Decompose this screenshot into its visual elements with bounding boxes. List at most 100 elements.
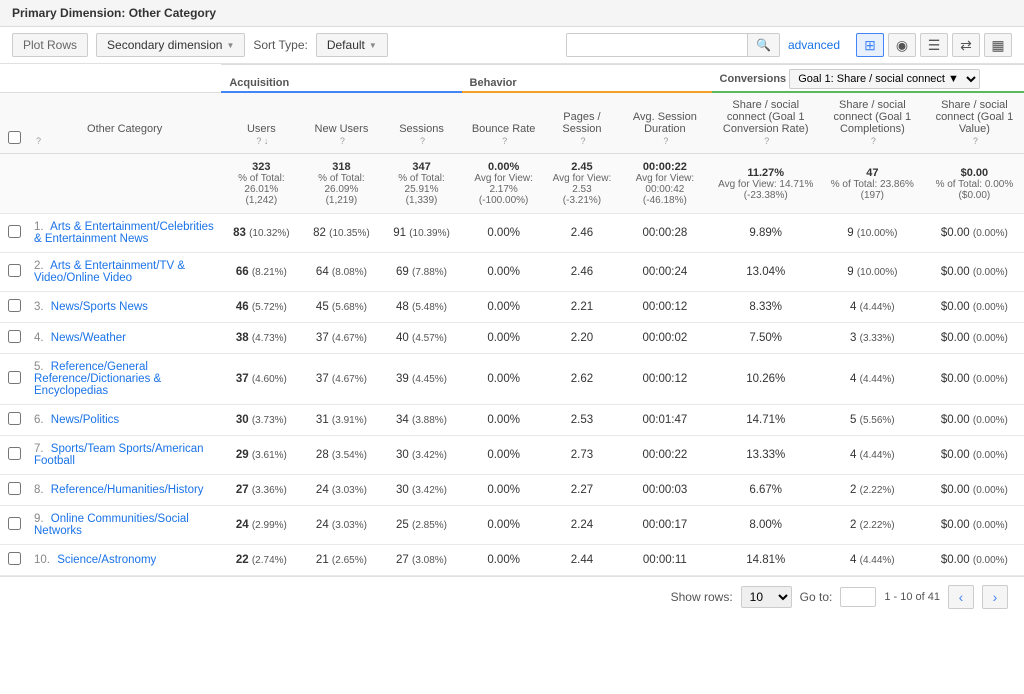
select-all-checkbox[interactable] bbox=[8, 131, 21, 144]
row-num-category: 5. Reference/General Reference/Dictionar… bbox=[28, 354, 221, 405]
row-checkbox[interactable] bbox=[8, 412, 21, 425]
bounce-rate-col-header[interactable]: Bounce Rate ? bbox=[462, 92, 546, 154]
row-sessions-pct: (3.08%) bbox=[412, 555, 447, 566]
row-checkbox-cell[interactable] bbox=[0, 475, 28, 506]
category-link[interactable]: Reference/Humanities/History bbox=[51, 484, 204, 496]
advanced-link[interactable]: advanced bbox=[788, 38, 840, 52]
category-link[interactable]: News/Politics bbox=[51, 414, 119, 426]
row-value: $0.00 (0.00%) bbox=[925, 292, 1024, 323]
row-users-val: 27 bbox=[236, 484, 249, 496]
category-link[interactable]: Sports/Team Sports/American Football bbox=[34, 443, 204, 467]
category-col-header[interactable]: Other Category ? bbox=[28, 92, 221, 154]
row-new-users-pct: (4.67%) bbox=[332, 333, 367, 344]
row-avg-session: 00:00:28 bbox=[618, 214, 711, 253]
avg-session-col-header[interactable]: Avg. Session Duration ? bbox=[618, 92, 711, 154]
plot-rows-button[interactable]: Plot Rows bbox=[12, 33, 88, 57]
row-bounce-rate: 0.00% bbox=[462, 545, 546, 576]
totals-completions: 47 % of Total: 23.86% (197) bbox=[820, 154, 925, 214]
category-link[interactable]: Online Communities/Social Networks bbox=[34, 513, 189, 537]
search-button[interactable]: 🔍 bbox=[747, 34, 779, 56]
share-value-help-icon: ? bbox=[973, 136, 978, 146]
share-conv-rate-col-header[interactable]: Share / social connect (Goal 1 Conversio… bbox=[712, 92, 820, 154]
row-users: 37 (4.60%) bbox=[221, 354, 301, 405]
row-checkbox-cell[interactable] bbox=[0, 354, 28, 405]
row-conversion-rate: 7.50% bbox=[712, 323, 820, 354]
row-checkbox-cell[interactable] bbox=[0, 436, 28, 475]
users-col-header[interactable]: Users ? ↓ bbox=[221, 92, 301, 154]
row-new-users-pct: (2.65%) bbox=[332, 555, 367, 566]
row-checkbox[interactable] bbox=[8, 517, 21, 530]
sort-default-dropdown[interactable]: Default bbox=[316, 33, 388, 57]
row-users-pct: (4.73%) bbox=[252, 333, 287, 344]
table-row: 8. Reference/Humanities/History 27 (3.36… bbox=[0, 475, 1024, 506]
category-link[interactable]: Arts & Entertainment/Celebrities & Enter… bbox=[34, 221, 214, 245]
row-checkbox-cell[interactable] bbox=[0, 253, 28, 292]
row-checkbox[interactable] bbox=[8, 447, 21, 460]
row-checkbox[interactable] bbox=[8, 330, 21, 343]
row-num-category: 2. Arts & Entertainment/TV & Video/Onlin… bbox=[28, 253, 221, 292]
row-checkbox[interactable] bbox=[8, 299, 21, 312]
search-input[interactable] bbox=[567, 34, 747, 56]
row-value-pct: (0.00%) bbox=[973, 485, 1008, 496]
totals-sessions: 347 % of Total: 25.91% (1,339) bbox=[381, 154, 461, 214]
pivot-view-icon[interactable]: ▦ bbox=[984, 33, 1012, 57]
row-new-users: 37 (4.67%) bbox=[301, 354, 381, 405]
row-checkbox-cell[interactable] bbox=[0, 323, 28, 354]
category-link[interactable]: News/Sports News bbox=[51, 301, 148, 313]
totals-label bbox=[28, 154, 221, 214]
data-table: Acquisition Behavior Conversions Goal 1:… bbox=[0, 64, 1024, 576]
row-checkbox-cell[interactable] bbox=[0, 292, 28, 323]
row-value: $0.00 (0.00%) bbox=[925, 545, 1024, 576]
row-num-category: 8. Reference/Humanities/History bbox=[28, 475, 221, 506]
row-conversion-rate: 13.04% bbox=[712, 253, 820, 292]
bar-view-icon[interactable]: ☰ bbox=[920, 33, 948, 57]
row-users-pct: (4.60%) bbox=[252, 374, 287, 385]
go-to-input[interactable]: 1 bbox=[840, 587, 876, 607]
row-checkbox[interactable] bbox=[8, 552, 21, 565]
search-box: 🔍 bbox=[566, 33, 780, 57]
row-checkbox-cell[interactable] bbox=[0, 506, 28, 545]
pie-view-icon[interactable]: ◉ bbox=[888, 33, 916, 57]
next-page-button[interactable]: › bbox=[982, 585, 1008, 609]
row-sessions-pct: (3.42%) bbox=[412, 485, 447, 496]
row-number: 7. bbox=[34, 443, 44, 455]
pagination-info: 1 - 10 of 41 bbox=[884, 591, 940, 603]
primary-dimension-bar: Primary Dimension: Other Category bbox=[0, 0, 1024, 27]
category-link[interactable]: Reference/General Reference/Dictionaries… bbox=[34, 361, 161, 397]
share-value-col-header[interactable]: Share / social connect (Goal 1 Value) ? bbox=[925, 92, 1024, 154]
category-link[interactable]: Science/Astronomy bbox=[57, 554, 156, 566]
totals-avg-session: 00:00:22 Avg for View: 00:00:42 (-46.18%… bbox=[618, 154, 711, 214]
row-users: 24 (2.99%) bbox=[221, 506, 301, 545]
totals-new-users: 318 % of Total: 26.09% (1,219) bbox=[301, 154, 381, 214]
table-row: 1. Arts & Entertainment/Celebrities & En… bbox=[0, 214, 1024, 253]
table-body: 323 % of Total: 26.01% (1,242) 318 % of … bbox=[0, 154, 1024, 576]
row-checkbox[interactable] bbox=[8, 225, 21, 238]
acquisition-header: Acquisition bbox=[229, 77, 289, 89]
row-checkbox-cell[interactable] bbox=[0, 545, 28, 576]
select-all-checkbox-header[interactable] bbox=[0, 92, 28, 154]
behavior-header: Behavior bbox=[470, 77, 517, 89]
new-users-col-header[interactable]: New Users ? bbox=[301, 92, 381, 154]
row-new-users: 28 (3.54%) bbox=[301, 436, 381, 475]
row-value-pct: (0.00%) bbox=[973, 520, 1008, 531]
category-link[interactable]: Arts & Entertainment/TV & Video/Online V… bbox=[34, 260, 185, 284]
share-completions-col-header[interactable]: Share / social connect (Goal 1 Completio… bbox=[820, 92, 925, 154]
row-avg-session: 00:01:47 bbox=[618, 405, 711, 436]
row-num-category: 4. News/Weather bbox=[28, 323, 221, 354]
row-checkbox[interactable] bbox=[8, 371, 21, 384]
pages-session-col-header[interactable]: Pages / Session ? bbox=[546, 92, 618, 154]
row-checkbox-cell[interactable] bbox=[0, 405, 28, 436]
compare-view-icon[interactable]: ⇄ bbox=[952, 33, 980, 57]
prev-page-button[interactable]: ‹ bbox=[948, 585, 974, 609]
row-checkbox-cell[interactable] bbox=[0, 214, 28, 253]
sessions-col-header[interactable]: Sessions ? bbox=[381, 92, 461, 154]
goal-select[interactable]: Goal 1: Share / social connect ▼ bbox=[789, 69, 980, 89]
row-pages-session: 2.27 bbox=[546, 475, 618, 506]
category-link[interactable]: News/Weather bbox=[51, 332, 126, 344]
row-checkbox[interactable] bbox=[8, 264, 21, 277]
row-checkbox[interactable] bbox=[8, 482, 21, 495]
grid-view-icon[interactable]: ⊞ bbox=[856, 33, 884, 57]
row-completions-pct: (4.44%) bbox=[860, 302, 895, 313]
secondary-dimension-dropdown[interactable]: Secondary dimension bbox=[96, 33, 245, 57]
show-rows-select[interactable]: 102550100500 bbox=[741, 586, 792, 608]
